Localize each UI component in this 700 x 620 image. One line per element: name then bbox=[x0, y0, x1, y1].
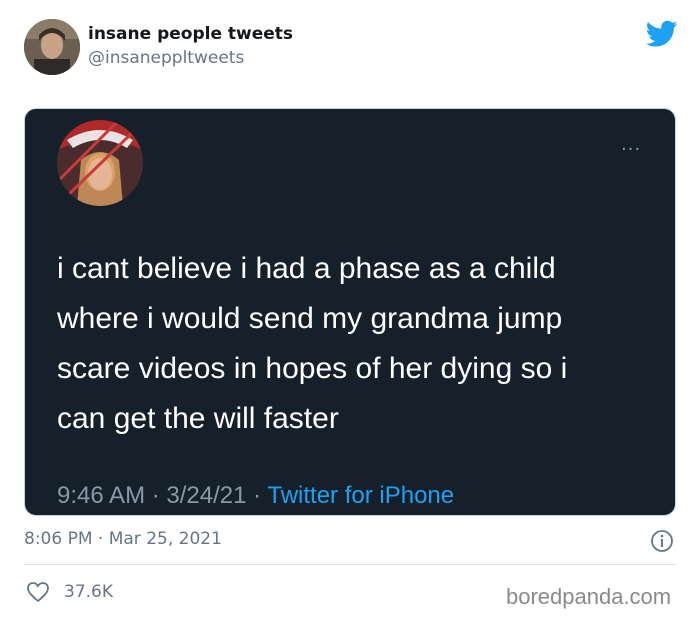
embedded-time: 9:46 AM · 3/24/21 · bbox=[57, 482, 268, 509]
tweet-timestamp[interactable]: 8:06 PM · Mar 25, 2021 bbox=[24, 529, 222, 549]
embedded-tweet-text: i cant believe i had a phase as a child … bbox=[57, 244, 657, 444]
more-options-icon[interactable]: ··· bbox=[621, 139, 641, 160]
embedded-meta: 9:46 AM · 3/24/21 · Twitter for iPhone bbox=[57, 482, 454, 510]
watermark: boredpanda.com bbox=[506, 584, 672, 609]
embedded-avatar bbox=[57, 120, 143, 206]
text-line: where i would send my grandma jump bbox=[57, 302, 563, 335]
info-icon[interactable] bbox=[650, 529, 674, 553]
avatar[interactable] bbox=[24, 19, 80, 75]
twitter-bird-icon[interactable] bbox=[645, 20, 678, 48]
tweet-header: insane people tweets @insaneppltweets bbox=[0, 0, 700, 100]
text-line: can get the will faster bbox=[57, 402, 339, 435]
like-count: 37.6K bbox=[64, 582, 113, 602]
display-name[interactable]: insane people tweets bbox=[88, 24, 293, 44]
divider bbox=[24, 564, 676, 565]
text-line: scare videos in hopes of her dying so i bbox=[57, 352, 568, 385]
text-line: i cant believe i had a phase as a child bbox=[57, 252, 556, 285]
heart-icon[interactable] bbox=[26, 581, 50, 603]
user-handle[interactable]: @insaneppltweets bbox=[88, 48, 244, 68]
embedded-source-link[interactable]: Twitter for iPhone bbox=[267, 482, 454, 509]
embedded-tweet-screenshot: ··· i cant believe i had a phase as a ch… bbox=[24, 108, 676, 516]
